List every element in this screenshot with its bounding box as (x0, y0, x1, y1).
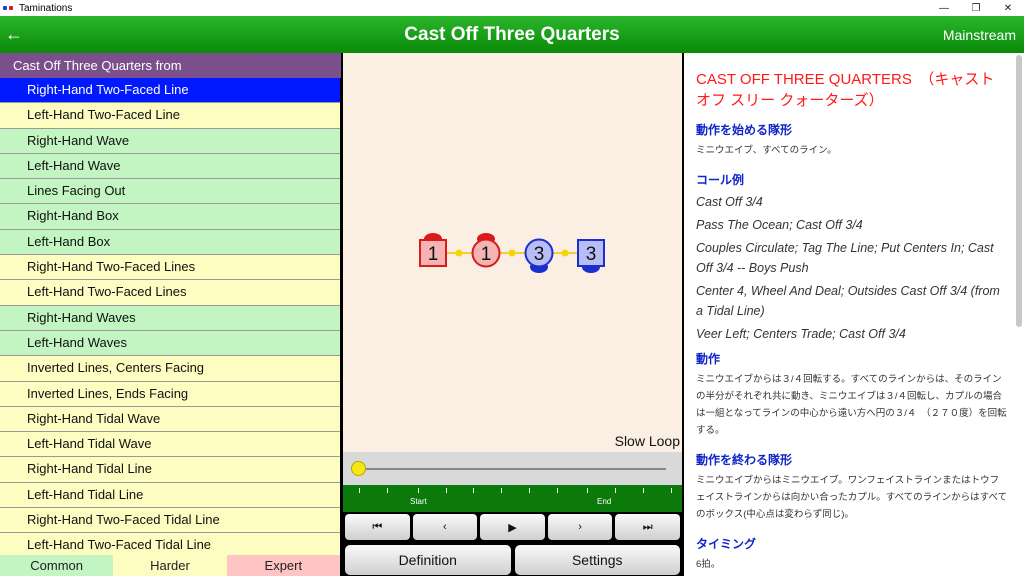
maximize-button[interactable]: ❐ (960, 3, 992, 14)
back-arrow-icon[interactable]: ← (0, 24, 28, 45)
timing-heading: タイミング (696, 537, 757, 551)
end-formation-text: ミニウエイブからはミニウエイブ。ワンフェイストラインまたはトウフェイストラインか… (696, 475, 1008, 520)
window-title: Taminations (19, 2, 73, 14)
action-heading: 動作 (696, 352, 721, 366)
formation-list-item[interactable]: Left-Hand Tidal Wave (0, 432, 340, 458)
example-call: Center 4, Wheel And Deal; Outsides Cast … (696, 284, 1000, 318)
app-header: ← Cast Off Three Quarters Mainstream (0, 16, 1024, 53)
dancer[interactable]: 3 (577, 239, 605, 273)
tick (587, 488, 588, 493)
definition-button[interactable]: Definition (345, 545, 511, 575)
step-forward-button[interactable]: › (547, 514, 613, 540)
formation-list-item[interactable]: Lines Facing Out (0, 179, 340, 205)
tick (615, 488, 616, 493)
dancer[interactable]: 3 (524, 238, 554, 274)
animation-canvas[interactable]: 1 1 3 3 Slow Loop (343, 53, 682, 452)
tick (643, 488, 644, 493)
tick (418, 488, 419, 493)
play-button[interactable]: ▶ (480, 514, 545, 540)
example-call: Veer Left; Centers Trade; Cast Off 3/4 (696, 327, 906, 341)
hand-dot (455, 249, 463, 257)
end-formation-heading: 動作を終わる隊形 (696, 453, 793, 467)
formation-list-item[interactable]: Left-Hand Two-Faced Lines (0, 280, 340, 306)
formation-list-item[interactable]: Right-Hand Box (0, 204, 340, 230)
animation-slider[interactable] (343, 452, 682, 485)
dance-floor: 1 1 3 3 (419, 233, 605, 274)
formation-list-item[interactable]: Left-Hand Box (0, 229, 340, 256)
settings-button[interactable]: Settings (514, 545, 680, 575)
example-call: Cast Off 3/4 (696, 195, 763, 209)
beat-ticks: Start End (343, 485, 682, 512)
skip-end-button[interactable]: ⏭ (615, 514, 680, 540)
formation-list-item[interactable]: Right-Hand Waves (0, 305, 340, 331)
tick (529, 488, 530, 493)
animation-panel: 1 1 3 3 Slow Loop Start End ⏮ ‹ ▶ › ⏭ Defin… (343, 53, 682, 576)
difficulty-tabs: Common Harder Expert (0, 555, 340, 576)
examples-list: Cast Off 3/4 Pass The Ocean; Cast Off 3/… (696, 192, 1008, 344)
list-heading: Cast Off Three Quarters from (0, 53, 341, 78)
tab-harder[interactable]: Harder (113, 555, 227, 576)
start-formation-heading: 動作を始める隊形 (696, 123, 793, 137)
definition-title: CAST OFF THREE QUARTERS （キャスト オフ スリー クォー… (696, 71, 995, 109)
examples-heading: コール例 (696, 173, 745, 187)
tick (671, 488, 672, 493)
window-titlebar: Taminations — ❐ ✕ (0, 0, 1024, 16)
tick (387, 488, 388, 493)
dancer[interactable]: 1 (419, 233, 447, 267)
example-call: Couples Circulate; Tag The Line; Put Cen… (696, 241, 994, 275)
close-button[interactable]: ✕ (992, 3, 1024, 14)
timing-text: 6拍。 (696, 559, 721, 570)
formation-list-item[interactable]: Right-Hand Tidal Wave (0, 406, 340, 433)
formation-list-item[interactable]: Right-Hand Two-Faced Line (0, 78, 340, 104)
tick (446, 488, 447, 493)
tick (359, 488, 360, 493)
dancer-number: 3 (534, 244, 545, 265)
slow-loop-label[interactable]: Slow Loop (615, 433, 680, 449)
end-label: End (597, 497, 612, 506)
definition-panel[interactable]: CAST OFF THREE QUARTERS （キャスト オフ スリー クォー… (684, 53, 1024, 576)
action-text: ミニウエイブからは３/４回転する。すべてのラインからは、そのラインの半分がそれぞ… (696, 374, 1007, 436)
page-title: Cast Off Three Quarters (404, 23, 620, 45)
app-icon (3, 3, 15, 13)
tick (473, 488, 474, 493)
dancer[interactable]: 1 (471, 233, 501, 268)
level-button[interactable]: Mainstream (943, 27, 1016, 43)
tab-common[interactable]: Common (0, 555, 114, 576)
start-label: Start (410, 497, 427, 506)
start-formation-text: ミニウエイブ、すべてのライン。 (696, 145, 837, 156)
minimize-button[interactable]: — (928, 3, 960, 14)
tab-expert[interactable]: Expert (226, 555, 340, 576)
slider-track (357, 468, 666, 470)
formation-list-item[interactable]: Left-Hand Two-Faced Line (0, 103, 340, 129)
formation-list-item[interactable]: Left-Hand Tidal Line (0, 482, 340, 509)
formation-list-item[interactable]: Inverted Lines, Centers Facing (0, 356, 340, 382)
formation-list-item[interactable]: Right-Hand Tidal Line (0, 457, 340, 483)
playback-controls: ⏮ ‹ ▶ › ⏭ (343, 512, 682, 543)
slider-thumb[interactable] (351, 461, 366, 476)
example-call: Pass The Ocean; Cast Off 3/4 (696, 218, 863, 232)
formation-list: Right-Hand Two-Faced Line Left-Hand Two-F… (0, 78, 340, 559)
formation-list-item[interactable]: Left-Hand Wave (0, 153, 340, 180)
tick (501, 488, 502, 493)
hand-dot (508, 249, 516, 257)
formation-list-item[interactable]: Right-Hand Two-Faced Lines (0, 255, 340, 281)
formation-list-item[interactable]: Right-Hand Wave (0, 128, 340, 154)
formation-list-item[interactable]: Left-Hand Waves (0, 330, 340, 357)
tick (557, 488, 558, 493)
definition-scrollbar[interactable] (1016, 55, 1022, 327)
dancer-number: 1 (428, 244, 439, 265)
bottom-buttons: Definition Settings (343, 543, 682, 576)
dancer-number: 3 (586, 244, 597, 265)
formation-list-panel: Cast Off Three Quarters from Right-Hand … (0, 53, 341, 576)
hand-dot (561, 249, 569, 257)
step-back-button[interactable]: ‹ (412, 514, 478, 540)
skip-start-button[interactable]: ⏮ (345, 514, 410, 540)
formation-list-item[interactable]: Right-Hand Two-Faced Tidal Line (0, 508, 340, 534)
dancer-number: 1 (481, 244, 492, 265)
formation-list-item[interactable]: Inverted Lines, Ends Facing (0, 381, 340, 407)
